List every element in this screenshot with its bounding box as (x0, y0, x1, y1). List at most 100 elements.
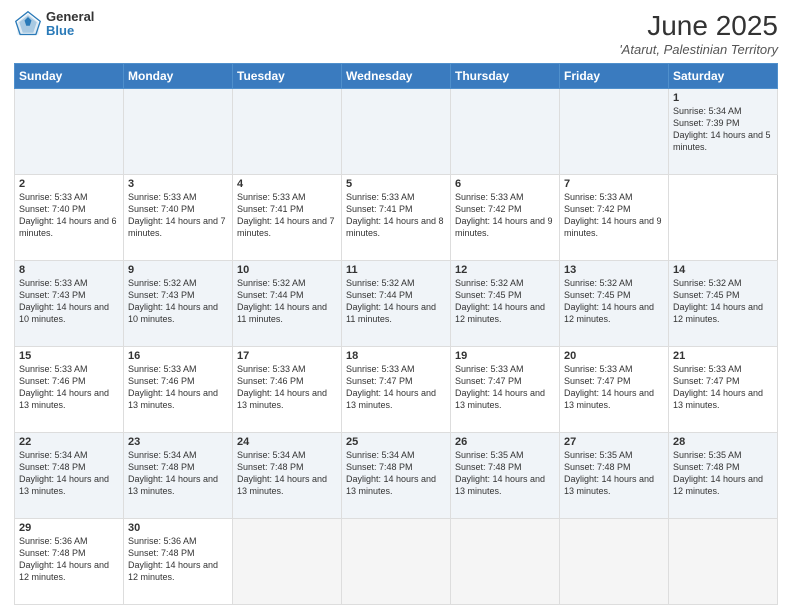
cell-content: Sunrise: 5:33 AMSunset: 7:43 PMDaylight:… (19, 277, 119, 326)
col-header-friday: Friday (560, 64, 669, 89)
calendar-cell-3-6: 13Sunrise: 5:32 AMSunset: 7:45 PMDayligh… (560, 261, 669, 347)
calendar-header-row: SundayMondayTuesdayWednesdayThursdayFrid… (15, 64, 778, 89)
calendar-cell-5-5: 26Sunrise: 5:35 AMSunset: 7:48 PMDayligh… (451, 433, 560, 519)
calendar-cell-6-2: 30Sunrise: 5:36 AMSunset: 7:48 PMDayligh… (124, 519, 233, 605)
day-number: 6 (455, 178, 555, 190)
calendar-cell-5-4: 25Sunrise: 5:34 AMSunset: 7:48 PMDayligh… (342, 433, 451, 519)
month-title: June 2025 (619, 10, 778, 42)
day-number: 29 (19, 522, 119, 534)
calendar-cell-4-6: 20Sunrise: 5:33 AMSunset: 7:47 PMDayligh… (560, 347, 669, 433)
cell-content: Sunrise: 5:36 AMSunset: 7:48 PMDaylight:… (19, 535, 119, 584)
calendar-cell-5-2: 23Sunrise: 5:34 AMSunset: 7:48 PMDayligh… (124, 433, 233, 519)
cell-content: Sunrise: 5:32 AMSunset: 7:43 PMDaylight:… (128, 277, 228, 326)
calendar-cell-3-3: 10Sunrise: 5:32 AMSunset: 7:44 PMDayligh… (233, 261, 342, 347)
day-number: 2 (19, 178, 119, 190)
cell-content: Sunrise: 5:33 AMSunset: 7:47 PMDaylight:… (346, 363, 446, 412)
day-number: 18 (346, 350, 446, 362)
col-header-monday: Monday (124, 64, 233, 89)
calendar-week-4: 15Sunrise: 5:33 AMSunset: 7:46 PMDayligh… (15, 347, 778, 433)
calendar-cell-6-5 (451, 519, 560, 605)
cell-content: Sunrise: 5:36 AMSunset: 7:48 PMDaylight:… (128, 535, 228, 584)
cell-content: Sunrise: 5:35 AMSunset: 7:48 PMDaylight:… (673, 449, 773, 498)
day-number: 12 (455, 264, 555, 276)
day-number: 24 (237, 436, 337, 448)
day-number: 1 (673, 92, 773, 104)
cell-content: Sunrise: 5:33 AMSunset: 7:46 PMDaylight:… (128, 363, 228, 412)
calendar-cell-4-2: 16Sunrise: 5:33 AMSunset: 7:46 PMDayligh… (124, 347, 233, 433)
calendar-cell-1-2 (124, 89, 233, 175)
calendar-cell-4-4: 18Sunrise: 5:33 AMSunset: 7:47 PMDayligh… (342, 347, 451, 433)
cell-content: Sunrise: 5:33 AMSunset: 7:47 PMDaylight:… (455, 363, 555, 412)
calendar-cell-4-1: 15Sunrise: 5:33 AMSunset: 7:46 PMDayligh… (15, 347, 124, 433)
calendar-cell-5-7: 28Sunrise: 5:35 AMSunset: 7:48 PMDayligh… (669, 433, 778, 519)
day-number: 3 (128, 178, 228, 190)
calendar-week-2: 2 Sunrise: 5:33 AMSunset: 7:40 PMDaylight… (15, 175, 778, 261)
day-number: 5 (346, 178, 446, 190)
day-number: 10 (237, 264, 337, 276)
day-number: 26 (455, 436, 555, 448)
calendar-cell-2-1: 2Sunrise: 5:33 AMSunset: 7:40 PMDaylight… (15, 175, 124, 261)
location: 'Atarut, Palestinian Territory (619, 42, 778, 57)
cell-content: Sunrise: 5:33 AMSunset: 7:47 PMDaylight:… (673, 363, 773, 412)
calendar-cell-4-5: 19Sunrise: 5:33 AMSunset: 7:47 PMDayligh… (451, 347, 560, 433)
cell-content: Sunrise: 5:32 AMSunset: 7:44 PMDaylight:… (237, 277, 337, 326)
col-header-saturday: Saturday (669, 64, 778, 89)
col-header-thursday: Thursday (451, 64, 560, 89)
calendar-cell-6-6 (560, 519, 669, 605)
cell-content: Sunrise: 5:33 AMSunset: 7:46 PMDaylight:… (237, 363, 337, 412)
cell-content: Sunrise: 5:34 AMSunset: 7:39 PMDaylight:… (673, 105, 773, 154)
day-number: 25 (346, 436, 446, 448)
logo: General Blue (14, 10, 94, 39)
cell-content: Sunrise: 5:34 AMSunset: 7:48 PMDaylight:… (19, 449, 119, 498)
day-number: 13 (564, 264, 664, 276)
day-number: 23 (128, 436, 228, 448)
calendar-cell-1-3 (233, 89, 342, 175)
logo-text: General Blue (46, 10, 94, 39)
day-number: 30 (128, 522, 228, 534)
col-header-sunday: Sunday (15, 64, 124, 89)
calendar-cell-3-1: 8Sunrise: 5:33 AMSunset: 7:43 PMDaylight… (15, 261, 124, 347)
day-number: 28 (673, 436, 773, 448)
calendar-cell-5-3: 24Sunrise: 5:34 AMSunset: 7:48 PMDayligh… (233, 433, 342, 519)
cell-content: Sunrise: 5:33 AMSunset: 7:41 PMDaylight:… (346, 191, 446, 240)
col-header-wednesday: Wednesday (342, 64, 451, 89)
day-number: 7 (564, 178, 664, 190)
logo-general-text: General (46, 10, 94, 24)
calendar-cell-6-7 (669, 519, 778, 605)
cell-content: Sunrise: 5:33 AMSunset: 7:40 PMDaylight:… (128, 191, 228, 240)
calendar-week-1: 1Sunrise: 5:34 AMSunset: 7:39 PMDaylight… (15, 89, 778, 175)
calendar-cell-3-5: 12Sunrise: 5:32 AMSunset: 7:45 PMDayligh… (451, 261, 560, 347)
calendar-cell-5-1: 22Sunrise: 5:34 AMSunset: 7:48 PMDayligh… (15, 433, 124, 519)
day-number: 9 (128, 264, 228, 276)
calendar-week-6: 29Sunrise: 5:36 AMSunset: 7:48 PMDayligh… (15, 519, 778, 605)
cell-content: Sunrise: 5:33 AMSunset: 7:41 PMDaylight:… (237, 191, 337, 240)
cell-content: Sunrise: 5:32 AMSunset: 7:45 PMDaylight:… (673, 277, 773, 326)
col-header-tuesday: Tuesday (233, 64, 342, 89)
calendar-cell-2-5: 6Sunrise: 5:33 AMSunset: 7:42 PMDaylight… (451, 175, 560, 261)
calendar-cell-4-3: 17Sunrise: 5:33 AMSunset: 7:46 PMDayligh… (233, 347, 342, 433)
day-number: 4 (237, 178, 337, 190)
calendar-cell-1-5 (451, 89, 560, 175)
calendar-table: SundayMondayTuesdayWednesdayThursdayFrid… (14, 63, 778, 605)
calendar-cell-4-7: 21Sunrise: 5:33 AMSunset: 7:47 PMDayligh… (669, 347, 778, 433)
cell-content: Sunrise: 5:33 AMSunset: 7:46 PMDaylight:… (19, 363, 119, 412)
day-number: 19 (455, 350, 555, 362)
cell-content: Sunrise: 5:35 AMSunset: 7:48 PMDaylight:… (455, 449, 555, 498)
calendar-cell-6-3 (233, 519, 342, 605)
title-area: June 2025 'Atarut, Palestinian Territory (619, 10, 778, 57)
calendar-cell-2-3: 4Sunrise: 5:33 AMSunset: 7:41 PMDaylight… (233, 175, 342, 261)
calendar-cell-6-4 (342, 519, 451, 605)
day-number: 21 (673, 350, 773, 362)
cell-content: Sunrise: 5:34 AMSunset: 7:48 PMDaylight:… (237, 449, 337, 498)
cell-content: Sunrise: 5:33 AMSunset: 7:42 PMDaylight:… (564, 191, 664, 240)
cell-content: Sunrise: 5:32 AMSunset: 7:44 PMDaylight:… (346, 277, 446, 326)
cell-content: Sunrise: 5:33 AMSunset: 7:42 PMDaylight:… (455, 191, 555, 240)
day-number: 22 (19, 436, 119, 448)
day-number: 11 (346, 264, 446, 276)
calendar-cell-3-2: 9Sunrise: 5:32 AMSunset: 7:43 PMDaylight… (124, 261, 233, 347)
day-number: 20 (564, 350, 664, 362)
calendar-week-3: 8Sunrise: 5:33 AMSunset: 7:43 PMDaylight… (15, 261, 778, 347)
day-number: 14 (673, 264, 773, 276)
calendar-cell-1-6 (560, 89, 669, 175)
cell-content: Sunrise: 5:34 AMSunset: 7:48 PMDaylight:… (128, 449, 228, 498)
